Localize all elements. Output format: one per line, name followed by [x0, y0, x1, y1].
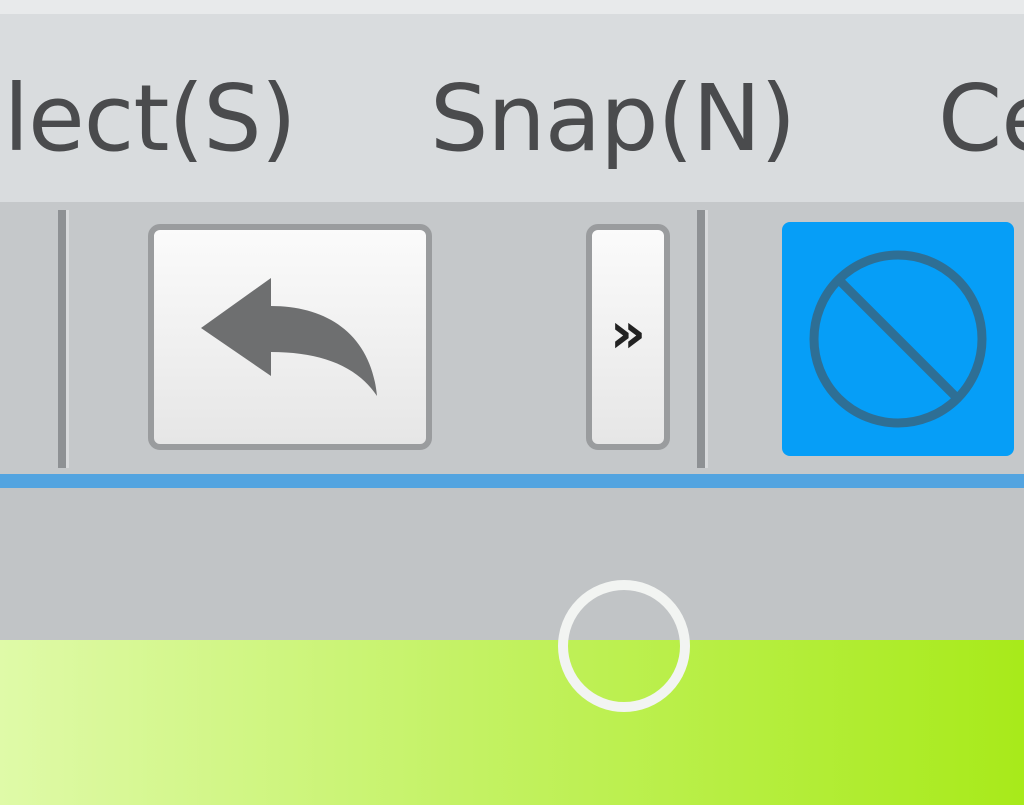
undo-button[interactable] [148, 224, 432, 450]
window-top-edge [0, 0, 1024, 14]
toolbar: » [0, 202, 1024, 474]
toolbar-separator [58, 210, 66, 468]
more-chevrons-icon: » [609, 301, 647, 366]
canvas-handle[interactable] [558, 580, 690, 712]
toolbar-accent-line [0, 474, 1024, 488]
app-window: elect(S) Snap(N) Ce » [0, 0, 1024, 805]
more-tools-button[interactable]: » [586, 224, 670, 450]
no-snap-button[interactable] [782, 222, 1014, 456]
menu-select[interactable]: elect(S) [0, 64, 297, 174]
no-snap-icon [809, 250, 987, 428]
menu-next-truncated[interactable]: Ce [938, 64, 1024, 174]
undo-arrow-icon [201, 278, 377, 396]
drawing-canvas[interactable] [0, 640, 1024, 805]
toolbar-separator [697, 210, 705, 468]
menu-snap[interactable]: Snap(N) [430, 64, 796, 174]
menubar: elect(S) Snap(N) Ce [0, 14, 1024, 202]
secondary-toolbar [0, 488, 1024, 640]
